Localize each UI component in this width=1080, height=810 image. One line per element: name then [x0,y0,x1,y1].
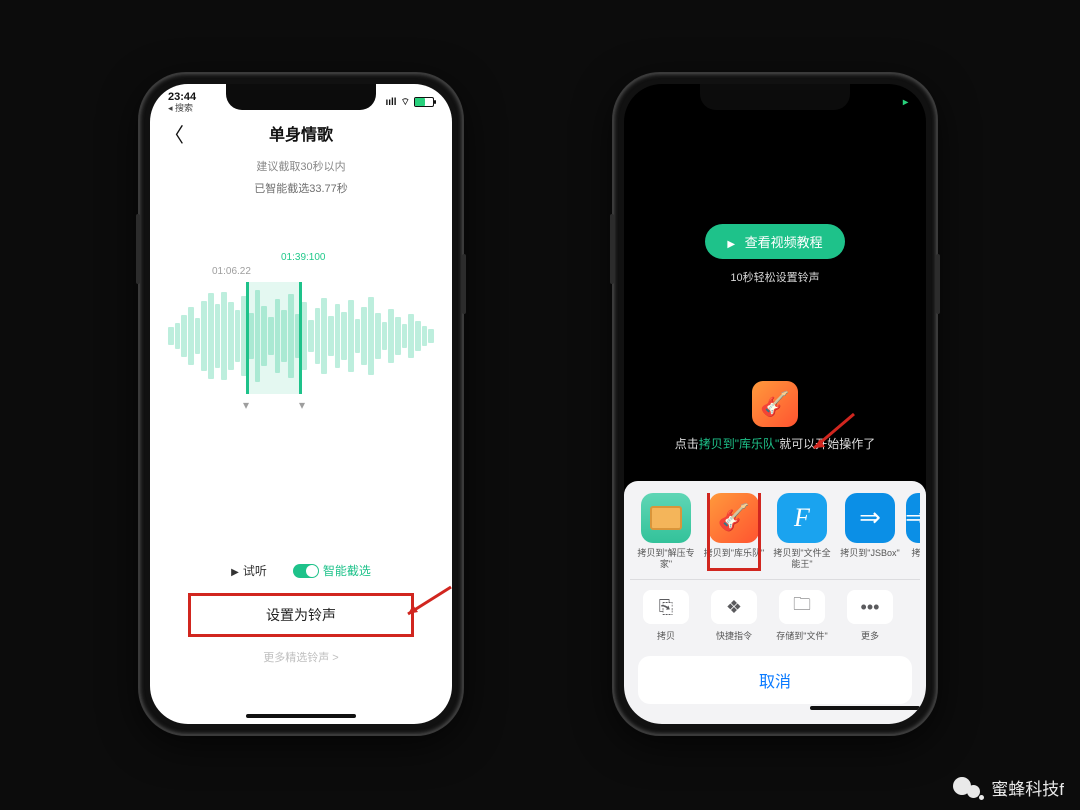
status-icons: ııll ⌔ [385,96,434,109]
screen-left: 23:44 ◂ 搜索 ııll ⌔ 〈 单身情歌 建议截取30秒以内 已智能截选… [150,84,452,724]
smart-clip-toggle[interactable]: 智能截选 [293,562,371,579]
garageband-app-icon [752,381,798,427]
back-button[interactable]: 〈 [164,119,184,148]
battery-charging-icon: ▸ [903,97,908,108]
more-ringtones-link[interactable]: 更多精选铃声 > [150,649,452,665]
set-as-ringtone-label: 设置为铃声 [266,607,336,623]
share-app-filemaster[interactable]: 拷贝到"文件全能王" [770,493,834,569]
watch-tutorial-button[interactable]: 查看视频教程 [705,224,845,259]
copy-icon: ⎘ [643,590,689,624]
smart-clip-label: 智能截选 [323,562,371,579]
jsbox-icon [845,493,895,543]
preview-button[interactable]: 试听 [231,562,267,579]
shortcuts-icon: ❖ [711,590,757,624]
set-as-ringtone-button[interactable]: 设置为铃声 [190,595,412,635]
wechat-watermark: 蜜蜂科技f [953,775,1064,800]
sheet-divider [630,579,920,580]
nav-bar: 〈 单身情歌 [150,114,452,152]
action-shortcuts[interactable]: ❖ 快捷指令 [702,590,766,642]
instruction-text: 点击拷贝到"库乐队"就可以开始操作了 [624,435,926,452]
page-title: 单身情歌 [269,121,333,145]
selection-end-time: 01:39:100 [281,252,326,263]
waveform-editor[interactable]: 01:39:100 01:06.22 [150,252,452,452]
notch [700,84,850,110]
folder-icon: 🗀 [779,590,825,624]
filemaster-icon [777,493,827,543]
phone-mock-left: 23:44 ◂ 搜索 ııll ⌔ 〈 单身情歌 建议截取30秒以内 已智能截选… [140,74,462,734]
share-app-unzip[interactable]: 拷贝到"解压专家" [634,493,698,569]
wifi-icon: ⌔ [401,96,410,109]
action-copy[interactable]: ⎘ 拷贝 [634,590,698,642]
home-indicator[interactable] [810,706,920,710]
share-app-jsbox[interactable]: 拷贝到"JSBox" [838,493,902,569]
status-time: 23:44 [168,92,196,103]
overflow-app-icon [906,493,920,543]
unzip-app-icon [641,493,691,543]
share-actions-row[interactable]: ⎘ 拷贝 ❖ 快捷指令 🗀 存储到"文件" ••• 更多 [630,590,920,650]
more-icon: ••• [847,590,893,624]
selection-range[interactable] [246,282,302,394]
action-save-to-files[interactable]: 🗀 存储到"文件" [770,590,834,642]
share-sheet: 拷贝到"解压专家" 拷贝到"库乐队" 拷贝到"文件全能王" 拷贝到"JSBox" [624,481,926,724]
action-more[interactable]: ••• 更多 [838,590,902,642]
phone-mock-right: ▸ 查看视频教程 10秒轻松设置铃声 点击拷贝到"库乐队"就可以开始操作了 拷贝… [614,74,936,734]
selection-start-time: 01:06.22 [212,266,251,277]
status-back-to-search[interactable]: ◂ 搜索 [168,104,196,113]
battery-icon [414,97,434,107]
garageband-icon [709,493,759,543]
share-apps-row[interactable]: 拷贝到"解压专家" 拷贝到"库乐队" 拷贝到"文件全能王" 拷贝到"JSBox" [630,493,920,577]
screen-right: ▸ 查看视频教程 10秒轻松设置铃声 点击拷贝到"库乐队"就可以开始操作了 拷贝… [624,84,926,724]
home-indicator[interactable] [246,714,356,718]
watch-tutorial-label: 查看视频教程 [745,235,823,250]
editor-controls: 试听 智能截选 [150,562,452,579]
cancel-button[interactable]: 取消 [638,656,912,704]
auto-clip-info: 已智能截选33.77秒 [150,180,452,196]
duration-hint: 建议截取30秒以内 [150,158,452,174]
watermark-text: 蜜蜂科技f [991,775,1064,800]
share-app-overflow[interactable]: 拷 [906,493,920,569]
toggle-switch-icon [293,564,319,578]
wechat-icon [953,777,983,799]
share-app-garageband[interactable]: 拷贝到"库乐队" [702,493,766,569]
notch [226,84,376,110]
cancel-label: 取消 [759,674,791,691]
tutorial-subtitle: 10秒轻松设置铃声 [624,269,926,285]
signal-icon: ııll [385,97,396,108]
instruction-link: 拷贝到"库乐队" [699,437,780,451]
